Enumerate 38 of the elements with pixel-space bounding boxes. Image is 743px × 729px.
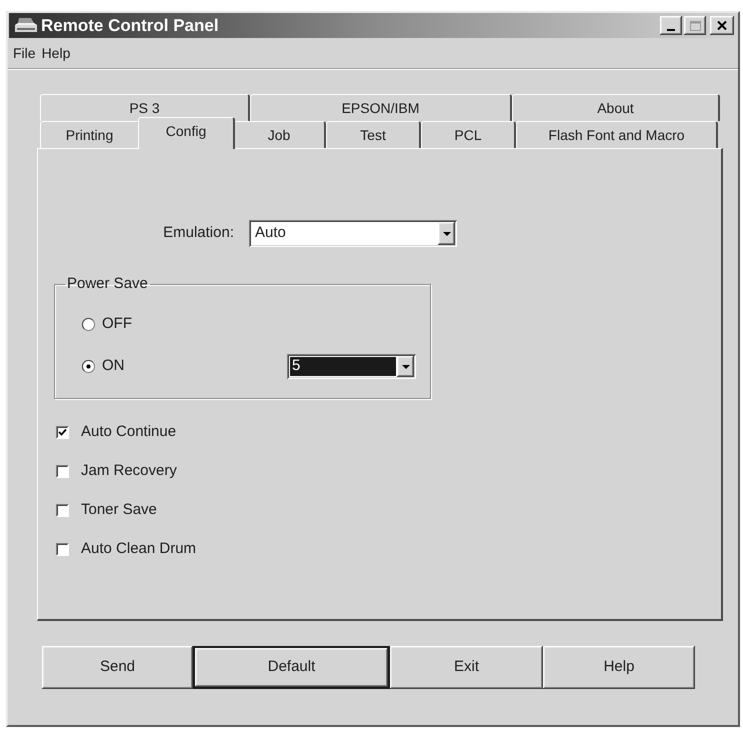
radio-option[interactable]: ON <box>82 355 124 378</box>
tab[interactable]: EPSON/IBM <box>250 94 512 121</box>
dialog-button[interactable]: Help <box>543 646 695 689</box>
group-box-title: Power Save <box>66 274 149 294</box>
menu-item[interactable]: File <box>13 42 36 64</box>
checkbox-option[interactable]: Toner Save <box>56 499 157 522</box>
minimize-icon <box>667 29 675 31</box>
tab[interactable]: PS 3 <box>40 94 250 121</box>
dropdown-value: Auto <box>255 223 286 244</box>
selected-value: 5 <box>290 357 396 376</box>
field-label: Emulation: <box>163 223 234 244</box>
tab[interactable]: Flash Font and Macro <box>516 121 718 148</box>
printer-icon <box>14 16 38 34</box>
close-button[interactable] <box>710 16 734 35</box>
tab[interactable]: Printing <box>40 121 140 148</box>
timeout-dropdown[interactable]: 5 <box>287 354 416 379</box>
emulation-dropdown[interactable]: Auto <box>249 220 457 247</box>
caret-icon <box>442 232 450 236</box>
tab[interactable]: Config <box>138 117 235 149</box>
tab[interactable]: Test <box>326 121 421 148</box>
tab[interactable]: About <box>512 94 720 121</box>
dropdown-arrow-button[interactable] <box>438 222 455 245</box>
checkbox-option[interactable]: Auto Clean Drum <box>56 538 196 561</box>
menu-item[interactable]: Help <box>42 42 70 64</box>
dialog-button[interactable]: Default <box>193 646 390 689</box>
checkbox-option[interactable]: Auto Continue <box>56 421 176 444</box>
radio-option[interactable]: OFF <box>82 313 132 336</box>
tab[interactable]: Job <box>233 121 326 148</box>
dialog-button[interactable]: Exit <box>390 646 543 689</box>
close-icon <box>717 21 727 30</box>
window-title: Remote Control Panel <box>41 14 219 37</box>
maximize-icon <box>690 20 700 30</box>
caret-icon <box>402 364 410 368</box>
dialog-button[interactable]: Send <box>42 646 193 689</box>
minimize-button[interactable] <box>660 16 682 35</box>
tab[interactable]: PCL <box>421 121 516 148</box>
checkbox-option[interactable]: Jam Recovery <box>56 460 177 483</box>
dropdown-arrow-button[interactable] <box>397 356 414 377</box>
